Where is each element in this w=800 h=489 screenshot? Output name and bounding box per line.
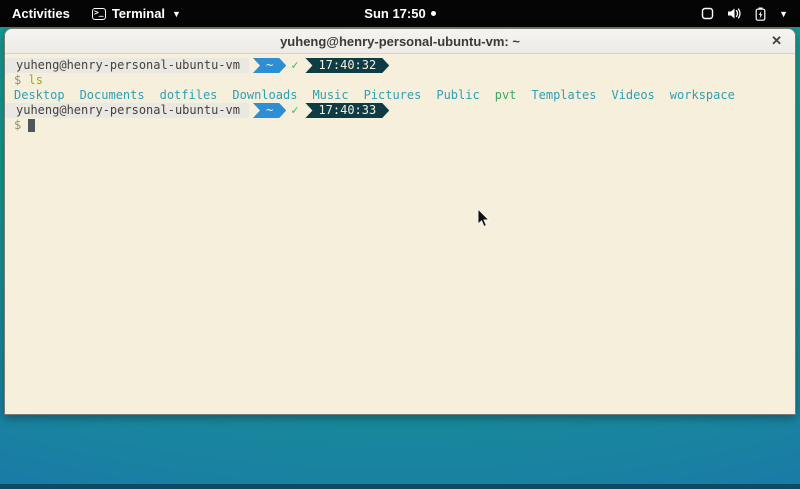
top-bar: Activities >_ Terminal ▼ Sun 17:50 ▼ [0, 0, 800, 27]
clock-label: Sun 17:50 [364, 6, 425, 21]
activities-button[interactable]: Activities [0, 0, 82, 27]
prompt-line-2: yuheng@henry-personal-ubuntu-vm ~ ✓ 17:4… [5, 103, 795, 118]
directory-name: Templates [531, 88, 596, 103]
window-titlebar[interactable]: yuheng@henry-personal-ubuntu-vm: ~ ✕ [5, 29, 795, 54]
directory-name: dotfiles [160, 88, 218, 103]
directory-name: Videos [611, 88, 654, 103]
close-button[interactable]: ✕ [771, 29, 782, 53]
directory-name: Desktop [5, 88, 65, 103]
app-menu-button[interactable]: >_ Terminal ▼ [82, 0, 191, 27]
chevron-down-icon: ▼ [172, 9, 181, 19]
desktop-bottom-shade [0, 484, 800, 489]
terminal-window: yuheng@henry-personal-ubuntu-vm: ~ ✕ yuh… [4, 28, 796, 415]
directory-name: Documents [80, 88, 145, 103]
prompt-path-segment: ~ [253, 58, 286, 73]
screen-icon [701, 7, 714, 20]
terminal-screen[interactable]: yuheng@henry-personal-ubuntu-vm ~ ✓ 17:4… [5, 54, 795, 414]
clock-button[interactable]: Sun 17:50 [364, 6, 435, 21]
directory-name: workspace [670, 88, 735, 103]
directory-name: Public [436, 88, 479, 103]
app-menu-label: Terminal [112, 6, 165, 21]
window-title: yuheng@henry-personal-ubuntu-vm: ~ [280, 34, 520, 49]
volume-icon [727, 7, 742, 20]
command-line: $ ls [5, 73, 795, 88]
directory-name: pvt [495, 88, 517, 103]
status-check-icon: ✓ [286, 58, 303, 73]
directory-name: Music [312, 88, 348, 103]
input-line: $ [5, 118, 795, 133]
notification-dot-icon [431, 11, 436, 16]
chevron-down-icon: ▼ [779, 9, 788, 19]
command-text: ls [28, 73, 42, 88]
prompt-path-segment: ~ [253, 103, 286, 118]
prompt-timestamp: 17:40:33 [305, 103, 389, 118]
shell-prompt-symbol: $ [14, 118, 21, 133]
prompt-user: yuheng@henry-personal-ubuntu-vm [5, 58, 249, 73]
directory-name: Pictures [364, 88, 422, 103]
prompt-timestamp: 17:40:32 [305, 58, 389, 73]
shell-prompt-symbol: $ [14, 73, 21, 88]
prompt-line-1: yuheng@henry-personal-ubuntu-vm ~ ✓ 17:4… [5, 58, 795, 73]
status-check-icon: ✓ [286, 103, 303, 118]
prompt-user: yuheng@henry-personal-ubuntu-vm [5, 103, 249, 118]
battery-charging-icon [755, 7, 766, 21]
ls-output-line: Desktop Documents dotfiles Downloads Music Pi… [5, 88, 795, 103]
terminal-app-icon: >_ [92, 8, 106, 20]
system-menu-button[interactable]: ▼ [689, 0, 800, 27]
directory-name: Downloads [232, 88, 297, 103]
activities-label: Activities [12, 6, 70, 21]
terminal-cursor [28, 119, 35, 132]
